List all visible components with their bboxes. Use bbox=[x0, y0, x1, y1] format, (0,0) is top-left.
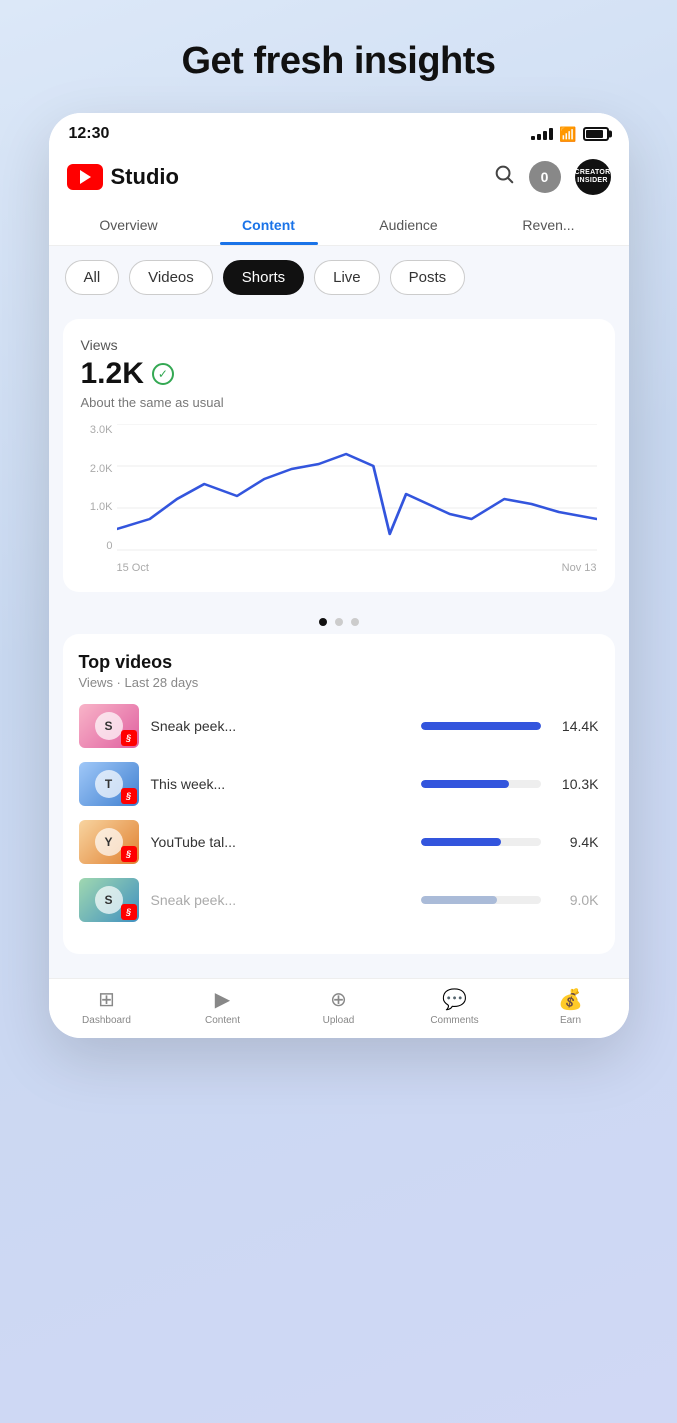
video-thumbnail-1: S § bbox=[79, 704, 139, 748]
search-button[interactable] bbox=[493, 163, 515, 191]
video-bar-2 bbox=[421, 780, 541, 788]
top-videos-card: Top videos Views · Last 28 days S § Snea… bbox=[63, 634, 615, 954]
video-row[interactable]: S § Sneak peek... 14.4K bbox=[79, 704, 599, 748]
dot-3[interactable] bbox=[351, 618, 359, 626]
views-status: About the same as usual bbox=[81, 395, 597, 410]
filter-shorts[interactable]: Shorts bbox=[223, 260, 304, 295]
tabs-bar: Overview Content Audience Reven... bbox=[49, 205, 629, 246]
filter-bar: All Videos Shorts Live Posts bbox=[49, 246, 629, 309]
signal-bar-3 bbox=[543, 131, 547, 140]
creator-insider-badge[interactable]: CREATORINSIDER bbox=[575, 159, 611, 195]
studio-label: Studio bbox=[111, 164, 179, 190]
play-triangle bbox=[80, 170, 91, 184]
video-thumbnail-3: Y § bbox=[79, 820, 139, 864]
video-title-4: Sneak peek... bbox=[151, 892, 409, 908]
views-value: 1.2K bbox=[81, 357, 144, 391]
notification-badge[interactable]: 0 bbox=[529, 161, 561, 193]
signal-bar-1 bbox=[531, 136, 535, 140]
chart-y-labels: 3.0K 2.0K 1.0K 0 bbox=[81, 424, 113, 552]
dashboard-icon: ⊞ bbox=[98, 987, 115, 1012]
tab-content[interactable]: Content bbox=[199, 205, 339, 245]
header-actions: 0 CREATORINSIDER bbox=[493, 159, 611, 195]
video-row[interactable]: S § Sneak peek... 9.0K bbox=[79, 878, 599, 922]
video-bar-3 bbox=[421, 838, 541, 846]
filter-all[interactable]: All bbox=[65, 260, 120, 295]
status-bar: 12:30 📶 bbox=[49, 113, 629, 149]
chart-svg-area bbox=[117, 424, 597, 552]
video-title-1: Sneak peek... bbox=[151, 718, 409, 734]
views-card: Views 1.2K ✓ About the same as usual 3.0… bbox=[63, 319, 615, 592]
comments-icon: 💬 bbox=[442, 987, 467, 1012]
views-value-row: 1.2K ✓ bbox=[81, 357, 597, 391]
video-views-1: 14.4K bbox=[553, 718, 599, 734]
chart-x-labels: 15 Oct Nov 13 bbox=[117, 562, 597, 574]
status-time: 12:30 bbox=[69, 125, 110, 143]
youtube-icon bbox=[67, 164, 103, 190]
tab-revenue[interactable]: Reven... bbox=[479, 205, 619, 245]
video-thumbnail-4: S § bbox=[79, 878, 139, 922]
signal-bar-2 bbox=[537, 134, 541, 140]
content-icon: ▶ bbox=[215, 987, 230, 1012]
video-bar-1 bbox=[421, 722, 541, 730]
bar-fill-1 bbox=[421, 722, 541, 730]
dot-1[interactable] bbox=[319, 618, 327, 626]
carousel-dots bbox=[63, 606, 615, 634]
bar-fill-3 bbox=[421, 838, 501, 846]
nav-comments[interactable]: 💬 Comments bbox=[397, 987, 513, 1026]
top-videos-title: Top videos bbox=[79, 652, 599, 673]
top-videos-subtitle: Views · Last 28 days bbox=[79, 675, 599, 690]
youtube-logo: Studio bbox=[67, 164, 179, 190]
battery-fill bbox=[586, 130, 603, 138]
dot-2[interactable] bbox=[335, 618, 343, 626]
video-row[interactable]: Y § YouTube tal... 9.4K bbox=[79, 820, 599, 864]
nav-dashboard[interactable]: ⊞ Dashboard bbox=[49, 987, 165, 1026]
video-thumbnail-2: T § bbox=[79, 762, 139, 806]
video-views-3: 9.4K bbox=[553, 834, 599, 850]
check-circle-icon: ✓ bbox=[152, 363, 174, 385]
tab-audience[interactable]: Audience bbox=[339, 205, 479, 245]
views-label: Views bbox=[81, 337, 597, 353]
video-views-4: 9.0K bbox=[553, 892, 599, 908]
battery-icon bbox=[583, 127, 609, 141]
content-area: Views 1.2K ✓ About the same as usual 3.0… bbox=[49, 309, 629, 978]
status-icons: 📶 bbox=[531, 126, 608, 143]
phone-frame: 12:30 📶 Studio bbox=[49, 113, 629, 1038]
app-header: Studio 0 CREATORINSIDER bbox=[49, 149, 629, 205]
video-row[interactable]: T § This week... 10.3K bbox=[79, 762, 599, 806]
nav-earn[interactable]: 💰 Earn bbox=[513, 987, 629, 1026]
bar-fill-2 bbox=[421, 780, 510, 788]
page-title: Get fresh insights bbox=[181, 40, 495, 83]
filter-posts[interactable]: Posts bbox=[390, 260, 466, 295]
wifi-icon: 📶 bbox=[559, 126, 576, 143]
bottom-nav: ⊞ Dashboard ▶ Content ⊕ Upload 💬 Comment… bbox=[49, 978, 629, 1038]
signal-bar-4 bbox=[549, 128, 553, 140]
filter-videos[interactable]: Videos bbox=[129, 260, 213, 295]
signal-icon bbox=[531, 128, 553, 140]
filter-live[interactable]: Live bbox=[314, 260, 380, 295]
upload-icon: ⊕ bbox=[330, 987, 347, 1012]
video-bar-4 bbox=[421, 896, 541, 904]
tab-overview[interactable]: Overview bbox=[59, 205, 199, 245]
nav-upload[interactable]: ⊕ Upload bbox=[281, 987, 397, 1026]
bar-fill-4 bbox=[421, 896, 498, 904]
earn-icon: 💰 bbox=[558, 987, 583, 1012]
video-title-2: This week... bbox=[151, 776, 409, 792]
views-chart: 3.0K 2.0K 1.0K 0 bbox=[81, 424, 597, 574]
nav-content[interactable]: ▶ Content bbox=[165, 987, 281, 1026]
video-views-2: 10.3K bbox=[553, 776, 599, 792]
video-title-3: YouTube tal... bbox=[151, 834, 409, 850]
